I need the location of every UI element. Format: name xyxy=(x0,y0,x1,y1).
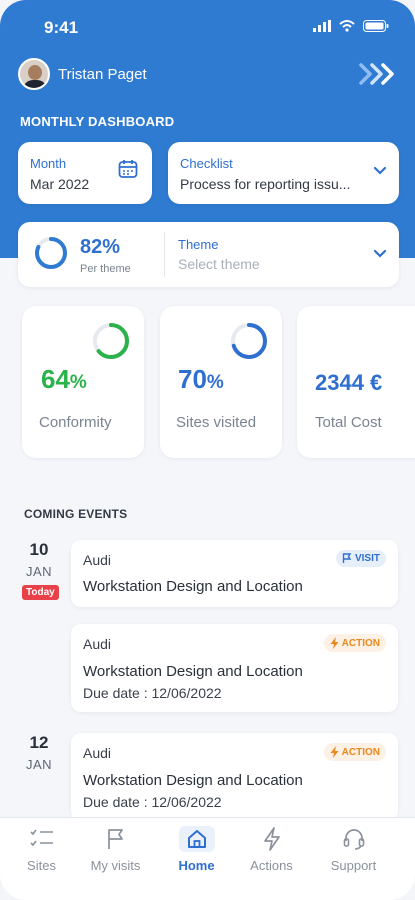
event-date-12-jan: 12 JAN xyxy=(22,733,56,772)
chevron-down-icon[interactable] xyxy=(373,166,387,176)
checklist-dropdown[interactable]: Checklist Process for reporting issu... xyxy=(168,142,399,204)
calendar-icon[interactable] xyxy=(118,159,138,179)
phone-screen: 9:41 Tristan Paget MONTHLY DASHBOARD Mon… xyxy=(0,0,415,900)
tab-home[interactable]: Home xyxy=(155,826,238,873)
sites-visited-progress-ring xyxy=(231,323,267,359)
user-name: Tristan Paget xyxy=(58,65,147,83)
theme-label: Theme xyxy=(178,237,219,252)
event-company: Audi xyxy=(83,636,112,652)
theme-select[interactable]: Select theme xyxy=(178,256,260,272)
battery-icon xyxy=(363,20,389,32)
visit-badge: VISIT xyxy=(335,550,386,567)
tab-actions[interactable]: Actions xyxy=(230,826,313,873)
date-month: JAN xyxy=(25,564,53,579)
total-cost-value: 2344 € xyxy=(315,370,383,395)
tab-my-visits[interactable]: My visits xyxy=(74,826,157,873)
events-title: COMING EVENTS xyxy=(24,507,128,521)
sites-visited-value: 70% xyxy=(178,364,224,394)
stat-card-conformity[interactable]: 64% Conformity xyxy=(22,306,144,458)
flag-icon xyxy=(342,553,352,563)
date-day: 10 xyxy=(29,540,49,559)
status-icons xyxy=(313,20,389,32)
flag-icon xyxy=(107,829,123,849)
theme-progress-ring xyxy=(35,237,67,269)
conformity-caption: Conformity xyxy=(39,414,112,431)
month-selector[interactable]: Month Mar 2022 xyxy=(18,142,152,204)
theme-percent-caption: Per theme xyxy=(80,263,131,275)
theme-percent: 82% xyxy=(80,236,121,258)
user-profile[interactable]: Tristan Paget xyxy=(18,58,147,90)
event-company: Audi xyxy=(83,552,112,568)
status-time: 9:41 xyxy=(44,18,79,37)
event-title: Workstation Design and Location xyxy=(83,772,303,789)
home-icon xyxy=(187,830,206,848)
date-day: 12 xyxy=(29,733,49,752)
lightning-icon xyxy=(263,827,280,851)
action-badge: ACTION xyxy=(323,743,386,761)
month-value: Mar 2022 xyxy=(30,176,90,192)
date-month: JAN xyxy=(25,757,53,772)
forward-chevrons-icon[interactable] xyxy=(357,62,397,91)
lightning-icon xyxy=(330,746,339,758)
checklist-label: Checklist xyxy=(180,156,233,171)
stat-card-total-cost[interactable]: 2344 € Total Cost xyxy=(297,306,415,458)
action-badge: ACTION xyxy=(323,634,386,652)
signal-icon xyxy=(313,20,331,32)
event-date-10-jan: 10 JAN Today xyxy=(22,540,59,600)
checklist-icon xyxy=(29,829,53,847)
total-cost-caption: Total Cost xyxy=(315,414,382,431)
section-title: MONTHLY DASHBOARD xyxy=(20,114,175,129)
checklist-value: Process for reporting issu... xyxy=(180,176,351,192)
header-background xyxy=(0,0,415,258)
event-card[interactable]: Audi ACTION Workstation Design and Locat… xyxy=(71,733,398,821)
bottom-tab-bar: Sites My visits Home Actions Support xyxy=(0,817,415,900)
divider xyxy=(164,232,165,277)
tab-support[interactable]: Support xyxy=(312,826,395,873)
event-due-date: Due date : 12/06/2022 xyxy=(83,794,222,810)
event-card[interactable]: Audi ACTION Workstation Design and Locat… xyxy=(71,624,398,712)
theme-filter-card[interactable]: 82% Per theme Theme Select theme xyxy=(18,222,399,287)
headset-icon xyxy=(343,829,364,850)
sites-visited-caption: Sites visited xyxy=(176,414,257,431)
month-label: Month xyxy=(30,156,67,171)
event-company: Audi xyxy=(83,745,112,761)
event-due-date: Due date : 12/06/2022 xyxy=(83,685,222,701)
avatar[interactable] xyxy=(18,58,50,90)
tab-sites[interactable]: Sites xyxy=(0,826,83,873)
today-badge: Today xyxy=(22,585,59,600)
event-card[interactable]: Audi VISIT Workstation Design and Locati… xyxy=(71,540,398,607)
chevron-down-icon[interactable] xyxy=(373,249,387,259)
event-title: Workstation Design and Location xyxy=(83,663,303,680)
stat-card-sites-visited[interactable]: 70% Sites visited xyxy=(160,306,282,458)
event-title: Workstation Design and Location xyxy=(83,578,303,595)
conformity-progress-ring xyxy=(93,323,129,359)
conformity-value: 64% xyxy=(41,364,87,394)
lightning-icon xyxy=(330,637,339,649)
wifi-icon xyxy=(339,20,355,32)
